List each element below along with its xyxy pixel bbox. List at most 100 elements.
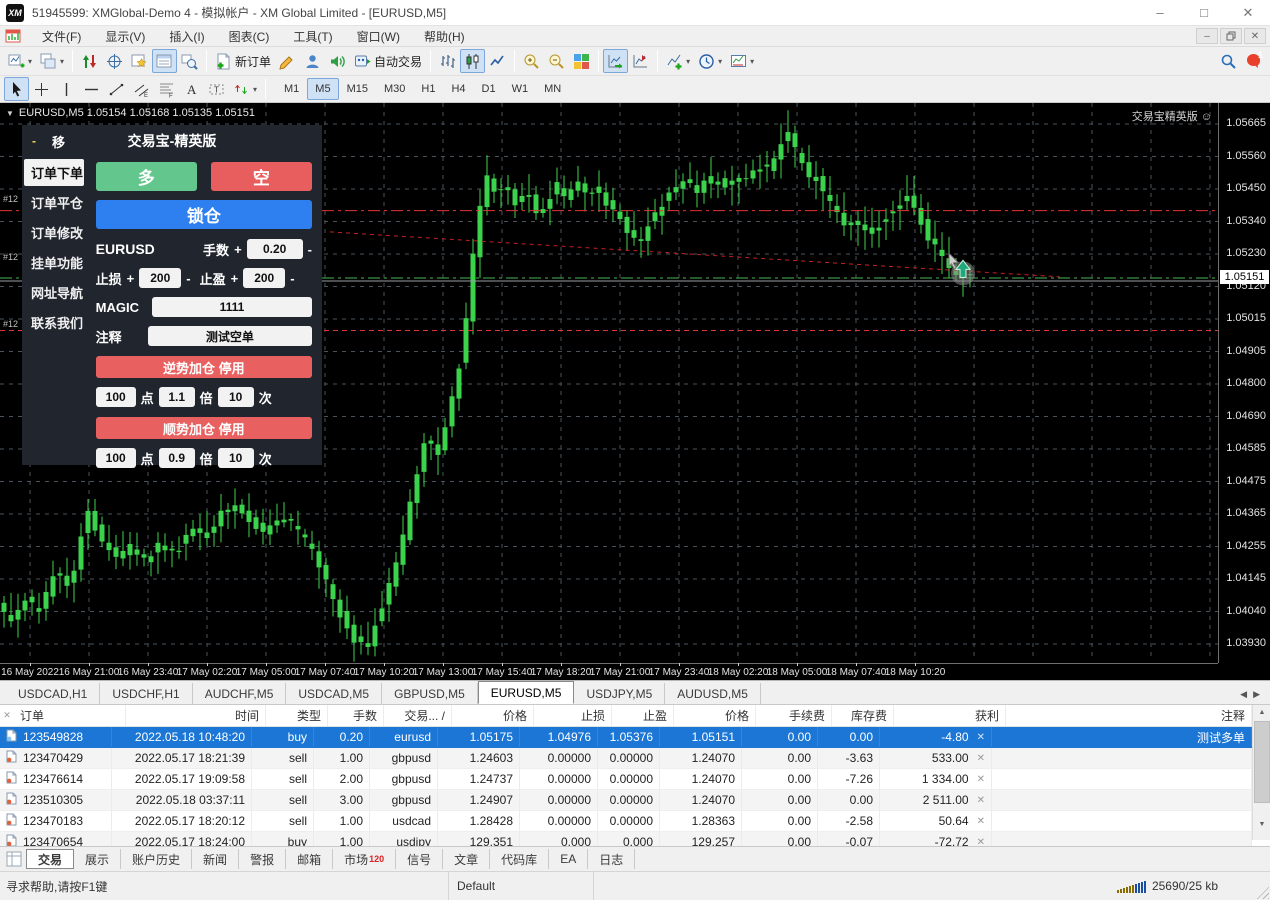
chart-tab-usdcad-m5[interactable]: USDCAD,M5: [286, 683, 382, 704]
panel-menu-item[interactable]: 挂单功能: [24, 249, 84, 276]
autotrading-button[interactable]: 自动交易: [350, 49, 426, 73]
panel-move-handle[interactable]: 移: [52, 132, 65, 151]
terminal-close-icon[interactable]: ✕: [0, 710, 14, 721]
timeframe-m1[interactable]: M1: [276, 78, 307, 100]
column-header-commission[interactable]: 手续费: [756, 705, 832, 726]
column-header-comment[interactable]: 注释: [1006, 705, 1252, 726]
trend-multiplier-input[interactable]: [159, 448, 195, 468]
chart-tab-usdcad-h1[interactable]: USDCAD,H1: [6, 683, 100, 704]
order-row[interactable]: 1234704292022.05.17 18:21:39sell1.00gbpu…: [0, 748, 1252, 769]
counter-points-input[interactable]: [96, 387, 136, 407]
terminal-tab-警报[interactable]: 警报: [239, 849, 286, 869]
stop-loss-input[interactable]: [139, 268, 181, 288]
timeframe-h1[interactable]: H1: [413, 78, 443, 100]
metaeditor-button[interactable]: [275, 49, 300, 73]
dropdown-arrow-icon[interactable]: ▾: [253, 85, 257, 94]
navigator-button[interactable]: [127, 49, 152, 73]
sl-decrease-button[interactable]: -: [186, 271, 190, 286]
menu-help[interactable]: 帮助(H): [412, 26, 477, 47]
terminal-tab-EA[interactable]: EA: [549, 849, 588, 869]
scrollbar-thumb[interactable]: [1254, 721, 1270, 803]
column-header-price[interactable]: 价格: [452, 705, 534, 726]
scroll-down-icon[interactable]: ▼: [1254, 817, 1270, 832]
menu-insert[interactable]: 插入(I): [157, 26, 216, 47]
templates-button[interactable]: ▾: [726, 49, 758, 73]
buy-button[interactable]: 多: [96, 162, 197, 191]
equidistant-channel-button[interactable]: E: [129, 77, 154, 101]
panel-minimize-button[interactable]: -: [32, 134, 36, 148]
quick-nav-icon[interactable]: [6, 851, 22, 867]
menu-file[interactable]: 文件(F): [30, 26, 93, 47]
terminal-tab-邮箱[interactable]: 邮箱: [286, 849, 333, 869]
broadcast-button[interactable]: [325, 49, 350, 73]
price-axis[interactable]: 1.056651.055601.054501.053401.052301.051…: [1218, 103, 1270, 663]
scroll-up-icon[interactable]: ▲: [1254, 705, 1270, 720]
tp-decrease-button[interactable]: -: [290, 271, 294, 286]
column-header-id[interactable]: 订单: [14, 705, 126, 726]
terminal-tab-文章[interactable]: 文章: [443, 849, 490, 869]
profiles-button[interactable]: ▾: [36, 49, 68, 73]
chart-tab-eurusd-m5[interactable]: EURUSD,M5: [478, 681, 575, 704]
auto-scroll-button[interactable]: [603, 49, 628, 73]
menu-window[interactable]: 窗口(W): [345, 26, 412, 47]
timeframe-m5[interactable]: M5: [307, 78, 338, 100]
periods-button[interactable]: ▾: [694, 49, 726, 73]
search-button[interactable]: [1216, 49, 1241, 73]
mdi-close-button[interactable]: ✕: [1244, 28, 1266, 44]
order-row[interactable]: 1234766142022.05.17 19:09:58sell2.00gbpu…: [0, 769, 1252, 790]
close-order-icon[interactable]: ✕: [977, 816, 985, 827]
comment-input[interactable]: [148, 326, 312, 346]
new-order-button[interactable]: 新订单: [211, 49, 275, 73]
market-watch-button[interactable]: [77, 49, 102, 73]
close-order-icon[interactable]: ✕: [977, 837, 985, 847]
status-template[interactable]: Default: [448, 872, 594, 900]
chart-tab-audchf-m5[interactable]: AUDCHF,M5: [193, 683, 287, 704]
column-header-time[interactable]: 时间: [126, 705, 266, 726]
arrows-button[interactable]: ▾: [229, 77, 261, 101]
panel-menu-item[interactable]: 订单修改: [24, 219, 84, 246]
mdi-minimize-button[interactable]: –: [1196, 28, 1218, 44]
maximize-button[interactable]: □: [1182, 0, 1226, 25]
close-order-icon[interactable]: ✕: [977, 795, 985, 806]
terminal-scrollbar[interactable]: ▲ ▼: [1252, 705, 1270, 840]
horizontal-line-button[interactable]: [79, 77, 104, 101]
indicators-button[interactable]: ▾: [662, 49, 694, 73]
menu-charts[interactable]: 图表(C): [217, 26, 282, 47]
candlestick-chart-button[interactable]: [460, 49, 485, 73]
column-header-symbol[interactable]: 交易... /: [384, 705, 452, 726]
column-header-type[interactable]: 类型: [266, 705, 328, 726]
trend-points-input[interactable]: [96, 448, 136, 468]
order-row[interactable]: 1235103052022.05.18 03:37:11sell3.00gbpu…: [0, 790, 1252, 811]
lots-increase-button[interactable]: +: [234, 242, 242, 257]
notifications-button[interactable]: 1: [1241, 49, 1266, 73]
sell-button[interactable]: 空: [211, 162, 312, 191]
panel-menu-item[interactable]: 网址导航: [24, 279, 84, 306]
zoom-out-button[interactable]: [544, 49, 569, 73]
timeframe-h4[interactable]: H4: [443, 78, 473, 100]
take-profit-input[interactable]: [243, 268, 285, 288]
new-chart-button[interactable]: ▾: [4, 49, 36, 73]
trend-times-input[interactable]: [218, 448, 254, 468]
terminal-tab-新闻[interactable]: 新闻: [192, 849, 239, 869]
time-axis[interactable]: 16 May 202216 May 21:0016 May 23:4017 Ma…: [0, 663, 1218, 680]
trendline-button[interactable]: [104, 77, 129, 101]
terminal-tab-市场[interactable]: 市场120: [333, 849, 396, 869]
vertical-line-button[interactable]: [54, 77, 79, 101]
terminal-tab-日志[interactable]: 日志: [588, 849, 635, 869]
dropdown-arrow-icon[interactable]: ▾: [686, 57, 690, 66]
timeframe-w1[interactable]: W1: [504, 78, 537, 100]
crosshair-button[interactable]: [29, 77, 54, 101]
column-header-tp[interactable]: 止盈: [612, 705, 674, 726]
column-header-lots[interactable]: 手数: [328, 705, 384, 726]
timeframe-d1[interactable]: D1: [474, 78, 504, 100]
resize-grip[interactable]: [1255, 885, 1269, 899]
terminal-tab-代码库[interactable]: 代码库: [490, 849, 549, 869]
column-header-price2[interactable]: 价格: [674, 705, 756, 726]
timeframe-mn[interactable]: MN: [536, 78, 569, 100]
panel-menu-item[interactable]: 订单平仓: [24, 189, 84, 216]
strategy-tester-button[interactable]: [177, 49, 202, 73]
chart-tab-usdchf-h1[interactable]: USDCHF,H1: [100, 683, 192, 704]
chart-collapse-icon[interactable]: ▼: [6, 109, 14, 118]
cursor-button[interactable]: [4, 77, 29, 101]
chart-tab-audusd-m5[interactable]: AUDUSD,M5: [665, 683, 761, 704]
